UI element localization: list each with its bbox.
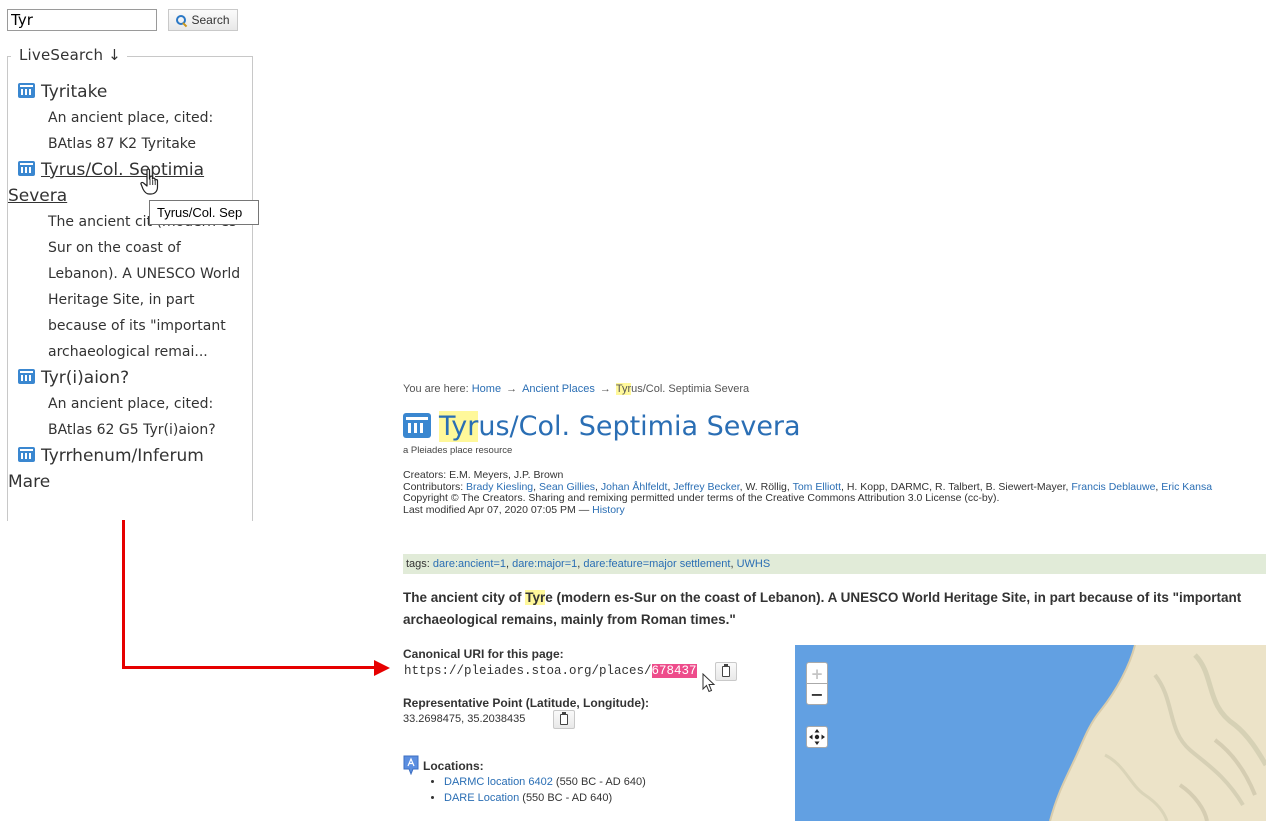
contributor[interactable]: Eric Kansa bbox=[1161, 481, 1212, 493]
breadcrumb-prefix: You are here: bbox=[403, 383, 469, 395]
contributor[interactable]: Tom Elliott bbox=[793, 481, 841, 493]
breadcrumb-home[interactable]: Home bbox=[472, 383, 501, 395]
contributor[interactable]: Jeffrey Becker bbox=[673, 481, 739, 493]
hand-cursor-icon bbox=[140, 168, 159, 195]
search-button[interactable]: Search bbox=[168, 9, 238, 31]
livesearch-results: Tyritake An ancient place, cited: BAtlas… bbox=[8, 79, 248, 495]
canonical-uri-label: Canonical URI for this page: bbox=[403, 647, 564, 661]
breadcrumb-separator: → bbox=[506, 383, 518, 395]
annotation-arrow-head bbox=[374, 660, 390, 676]
search-input[interactable] bbox=[7, 9, 157, 31]
contributor[interactable]: Johan Åhlfeldt bbox=[601, 481, 668, 493]
contributor[interactable]: Sean Gillies bbox=[539, 481, 595, 493]
link-tooltip: Tyrus/Col. Sep bbox=[149, 200, 259, 225]
tags-label: tags: bbox=[406, 558, 430, 570]
locations-list: DARMC location 6402 (550 BC - AD 640) DA… bbox=[428, 774, 646, 806]
copy-uri-button[interactable] bbox=[715, 662, 737, 681]
contributor: W. Röllig bbox=[745, 480, 787, 493]
arrow-cursor-icon bbox=[702, 673, 716, 693]
temple-icon bbox=[18, 161, 35, 176]
location-item: DARMC location 6402 (550 BC - AD 640) bbox=[444, 774, 646, 790]
result-description: An ancient place, cited: BAtlas 87 K2 Ty… bbox=[48, 110, 214, 152]
search-icon bbox=[176, 14, 188, 27]
zoom-in-button[interactable]: + bbox=[806, 662, 828, 684]
result-description: An ancient place, cited: BAtlas 62 G5 Ty… bbox=[48, 396, 216, 438]
tag-link[interactable]: dare:ancient=1 bbox=[433, 558, 506, 570]
map-view[interactable]: + − bbox=[795, 645, 1266, 821]
representative-point-value: 33.2698475, 35.2038435 bbox=[403, 713, 526, 725]
last-modified-line: Last modified Apr 07, 2020 07:05 PM — Hi… bbox=[403, 503, 625, 516]
contributor: DARMC bbox=[890, 480, 930, 493]
location-marker-icon bbox=[403, 755, 419, 775]
annotation-arrow-line bbox=[122, 520, 125, 669]
map-tiles[interactable] bbox=[795, 645, 1266, 821]
result-title[interactable]: Tyritake bbox=[41, 82, 107, 102]
location-link[interactable]: DARE Location bbox=[444, 792, 519, 804]
canonical-uri[interactable]: https://pleiades.stoa.org/places/678437 bbox=[404, 664, 697, 678]
contributor: B. Siewert-Mayer bbox=[985, 480, 1066, 493]
place-description: The ancient city of Tyre (modern es-Sur … bbox=[403, 590, 1242, 627]
contributor: R. Talbert bbox=[934, 480, 980, 493]
breadcrumb-current: Tyrus/Col. Septimia Severa bbox=[615, 383, 750, 395]
contributor[interactable]: Brady Kiesling bbox=[466, 481, 533, 493]
tags-list: dare:ancient=1, dare:major=1, dare:featu… bbox=[432, 558, 771, 570]
pan-control-button[interactable] bbox=[806, 726, 828, 748]
canonical-uri-id[interactable]: 678437 bbox=[651, 664, 697, 678]
temple-icon bbox=[18, 447, 35, 462]
tag-link[interactable]: UWHS bbox=[737, 558, 771, 570]
breadcrumb-ancient-places[interactable]: Ancient Places bbox=[522, 383, 595, 395]
move-arrows-icon bbox=[809, 729, 825, 745]
temple-icon bbox=[18, 83, 35, 98]
zoom-out-button[interactable]: − bbox=[806, 683, 828, 705]
annotation-arrow-line bbox=[122, 666, 376, 669]
livesearch-result[interactable]: Tyrrhenum/Inferum Mare bbox=[8, 443, 248, 495]
result-title[interactable]: Tyr(i)aion? bbox=[41, 368, 129, 388]
history-link[interactable]: History bbox=[592, 504, 625, 516]
livesearch-panel: LiveSearch ↓ Tyritake An ancient place, … bbox=[7, 46, 253, 521]
livesearch-result[interactable]: Tyr(i)aion? An ancient place, cited: BAt… bbox=[18, 365, 248, 443]
page-subtitle: a Pleiades place resource bbox=[403, 445, 513, 456]
contributors-list: Brady Kiesling, Sean Gillies, Johan Åhlf… bbox=[466, 480, 1213, 493]
livesearch-result[interactable]: Tyrus/Col. Septimia Severa The ancient c… bbox=[8, 157, 248, 365]
temple-icon bbox=[403, 413, 431, 438]
place-metadata: Creators: E.M. Meyers, J.P. Brown Contri… bbox=[403, 469, 1263, 516]
tags-bar: tags: dare:ancient=1, dare:major=1, dare… bbox=[403, 554, 1266, 574]
clipboard-icon bbox=[560, 712, 568, 725]
contributor: H. Kopp bbox=[846, 480, 885, 493]
result-description: The ancient cit (modern es-Sur on the co… bbox=[48, 214, 242, 360]
livesearch-result[interactable]: Tyritake An ancient place, cited: BAtlas… bbox=[18, 79, 248, 157]
representative-point-label: Representative Point (Latitude, Longitud… bbox=[403, 696, 650, 710]
breadcrumb: You are here: Home → Ancient Places → Tyrus/… bbox=[403, 383, 749, 395]
breadcrumb-separator: → bbox=[599, 383, 611, 395]
location-link[interactable]: DARMC location 6402 bbox=[444, 776, 553, 788]
tag-link[interactable]: dare:feature=major settlement bbox=[583, 558, 730, 570]
locations-label: Locations: bbox=[423, 759, 484, 773]
location-item: DARE Location (550 BC - AD 640) bbox=[444, 790, 646, 806]
search-button-label: Search bbox=[191, 13, 230, 27]
contributor[interactable]: Francis Deblauwe bbox=[1071, 481, 1155, 493]
tag-link[interactable]: dare:major=1 bbox=[512, 558, 577, 570]
clipboard-icon bbox=[722, 664, 730, 677]
temple-icon bbox=[18, 369, 35, 384]
page-title: Tyrus/Col. Septimia Severa bbox=[403, 410, 801, 444]
result-title[interactable]: Tyrrhenum/Inferum Mare bbox=[8, 446, 204, 492]
livesearch-legend[interactable]: LiveSearch ↓ bbox=[11, 46, 127, 64]
copy-point-button[interactable] bbox=[553, 710, 575, 729]
